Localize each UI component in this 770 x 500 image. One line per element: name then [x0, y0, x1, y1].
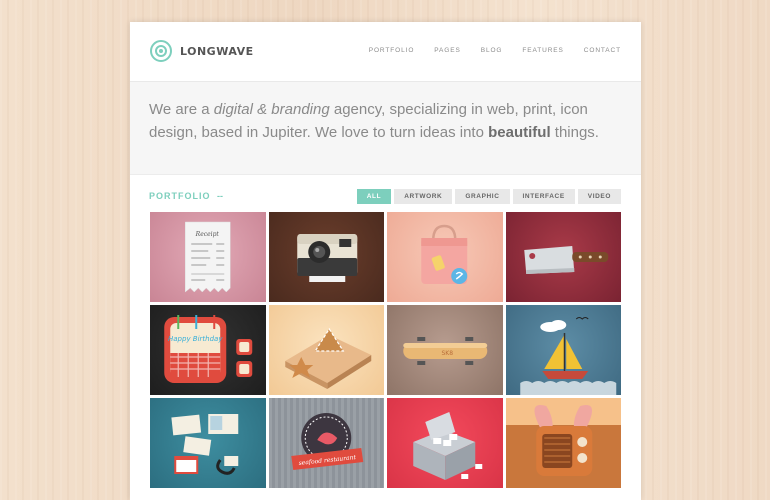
filter-artwork[interactable]: ARTWORK — [394, 189, 453, 204]
badge-icon: seafood restaurant — [290, 413, 363, 470]
receipt-icon: Receipt — [185, 221, 231, 293]
logo-icon — [150, 40, 172, 62]
portfolio-grid: Receipt Happy Birthday SK8 seafood resta… — [150, 212, 621, 488]
portfolio-item-birthday[interactable]: Happy Birthday — [150, 305, 266, 395]
filter-interface[interactable]: INTERFACE — [512, 189, 575, 204]
site-header: LONGWAVE PORTFOLIO PAGES BLOG FEATURES C… — [130, 22, 641, 82]
filter-bar: ALL ARTWORK GRAPHIC INTERFACE VIDEO — [356, 189, 621, 204]
cookie-icon — [284, 327, 371, 389]
portfolio-item-camera[interactable] — [268, 212, 384, 302]
intro-emphasis: digital & branding — [213, 101, 330, 118]
svg-text:Happy Birthday: Happy Birthday — [168, 335, 223, 343]
portfolio-dash: -- — [217, 191, 223, 201]
nav-features[interactable]: FEATURES — [522, 47, 563, 54]
nav-contact[interactable]: CONTACT — [584, 47, 621, 54]
portfolio-item-cookie[interactable] — [268, 305, 384, 395]
portfolio-item-boat[interactable] — [505, 305, 621, 395]
page-container: LONGWAVE PORTFOLIO PAGES BLOG FEATURES C… — [130, 22, 641, 500]
portfolio-item-bag[interactable] — [387, 212, 503, 302]
portfolio-item-radio[interactable] — [505, 398, 621, 488]
intro-text: We are a digital & branding agency, spec… — [149, 101, 599, 141]
portfolio-item-stamps[interactable] — [150, 398, 266, 488]
logo-text: LONGWAVE — [180, 44, 254, 58]
nav-pages[interactable]: PAGES — [434, 47, 460, 54]
skateboard-icon: SK8 — [403, 337, 488, 365]
shopping-bag-icon — [421, 224, 468, 284]
cleaver-knife-icon — [523, 246, 608, 274]
nav-portfolio[interactable]: PORTFOLIO — [369, 47, 415, 54]
box-icon — [413, 412, 483, 480]
svg-text:Receipt: Receipt — [195, 231, 220, 238]
intro-section: We are a digital & branding agency, spec… — [130, 82, 641, 175]
filter-video[interactable]: VIDEO — [577, 189, 621, 204]
logo[interactable]: LONGWAVE — [150, 40, 254, 62]
sailboat-icon — [519, 317, 616, 395]
nav-blog[interactable]: BLOG — [481, 47, 503, 54]
portfolio-item-receipt[interactable]: Receipt — [150, 212, 266, 302]
portfolio-title: PORTFOLIO — [149, 191, 211, 201]
birthday-cake-icon: Happy Birthday — [164, 315, 253, 383]
filter-graphic[interactable]: GRAPHIC — [455, 189, 510, 204]
camera-icon — [296, 234, 357, 282]
portfolio-item-badge[interactable]: seafood restaurant — [268, 398, 384, 488]
portfolio-item-skateboard[interactable]: SK8 — [387, 305, 503, 395]
intro-strong: beautiful — [488, 124, 551, 141]
filter-all[interactable]: ALL — [356, 189, 392, 204]
stamps-icon — [171, 414, 239, 475]
svg-text:SK8: SK8 — [441, 350, 453, 357]
portfolio-item-knife[interactable] — [505, 212, 621, 302]
portfolio-bar: PORTFOLIO -- ALL ARTWORK GRAPHIC INTERFA… — [130, 175, 641, 211]
main-nav: PORTFOLIO PAGES BLOG FEATURES CONTACT — [369, 47, 621, 54]
radio-icon — [533, 404, 592, 476]
portfolio-item-box[interactable] — [387, 398, 503, 488]
